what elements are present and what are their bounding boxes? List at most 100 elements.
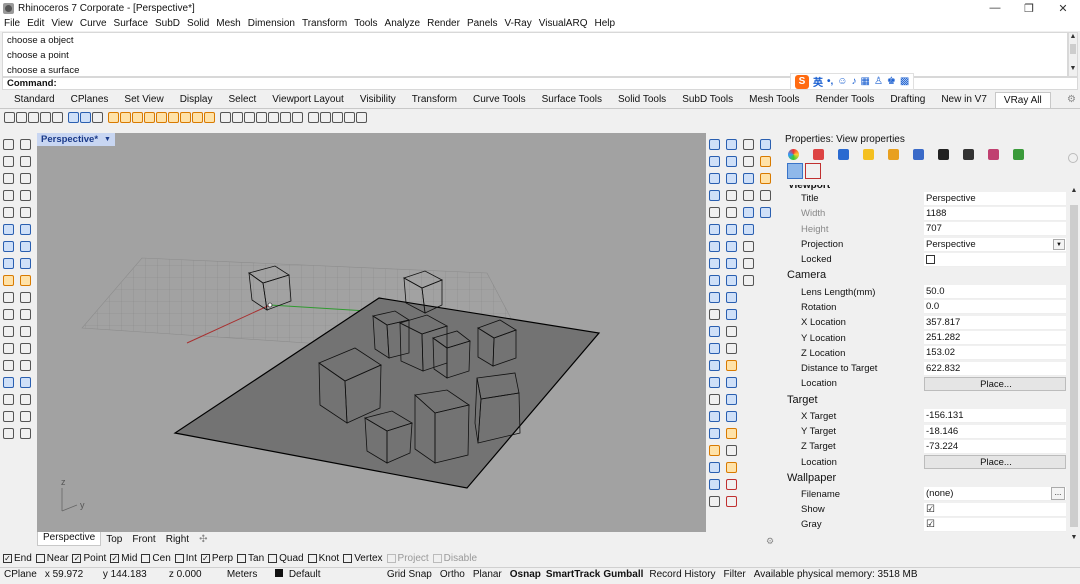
- circle-icon[interactable]: [3, 173, 14, 184]
- decal-prop-icon[interactable]: [988, 149, 999, 160]
- ime-user-icon[interactable]: ♙: [874, 76, 883, 87]
- vray-sun-icon[interactable]: [180, 112, 191, 123]
- osnap-int[interactable]: Int: [174, 553, 197, 564]
- status-smarttrack[interactable]: SmartTrack: [545, 569, 601, 580]
- status-gumball[interactable]: Gumball: [601, 569, 645, 580]
- tab-visibility[interactable]: Visibility: [352, 92, 404, 108]
- tab-set-view[interactable]: Set View: [116, 92, 171, 108]
- tab-cplanes[interactable]: CPlanes: [63, 92, 117, 108]
- status-record-history[interactable]: Record History: [645, 569, 719, 580]
- cursor-icon[interactable]: [743, 139, 754, 150]
- fillet-icon[interactable]: [20, 207, 31, 218]
- vray-plane-icon[interactable]: [244, 112, 255, 123]
- arrow-icon[interactable]: [743, 190, 754, 201]
- status-layer[interactable]: Default: [271, 569, 383, 580]
- grid-tool-icon[interactable]: [726, 258, 737, 269]
- plant-icon[interactable]: [726, 326, 737, 337]
- menu-vray[interactable]: V-Ray: [505, 18, 532, 29]
- ime-grid-icon[interactable]: ▩: [900, 76, 909, 87]
- gear-tool-icon[interactable]: [726, 224, 737, 235]
- camera-prop-icon[interactable]: [938, 149, 949, 160]
- proxy-icon[interactable]: [726, 139, 737, 150]
- scroll-down-icon[interactable]: ▼: [1068, 534, 1080, 541]
- vray-rect-light-icon[interactable]: [108, 112, 119, 123]
- vray-fur-icon[interactable]: [220, 112, 231, 123]
- osnap-disable[interactable]: Disable: [432, 553, 477, 564]
- logo-icon[interactable]: [709, 496, 720, 507]
- vray-light-gen-icon[interactable]: [204, 112, 215, 123]
- vray-enmesh-icon[interactable]: [308, 112, 319, 123]
- tab-render-tools[interactable]: Render Tools: [808, 92, 883, 108]
- menu-curve[interactable]: Curve: [80, 18, 107, 29]
- menu-render[interactable]: Render: [427, 18, 460, 29]
- sun-prop-icon[interactable]: [1013, 149, 1024, 160]
- hook-icon[interactable]: [709, 258, 720, 269]
- sphere-tool-icon[interactable]: [709, 190, 720, 201]
- x-location-field[interactable]: 357.817: [924, 315, 1066, 330]
- vray-batch-icon[interactable]: [92, 112, 103, 123]
- fur-icon[interactable]: [709, 139, 720, 150]
- copy-icon[interactable]: [20, 360, 31, 371]
- tab-front[interactable]: Front: [127, 534, 160, 545]
- status-grid-snap[interactable]: Grid Snap: [383, 569, 436, 580]
- browse-button[interactable]: ...: [1051, 487, 1065, 501]
- tab-viewport-layout[interactable]: Viewport Layout: [264, 92, 352, 108]
- osnap-perp[interactable]: ✓ Perp: [200, 553, 233, 564]
- minimize-button[interactable]: —: [978, 2, 1012, 15]
- move-icon[interactable]: [3, 360, 14, 371]
- properties-scroll-thumb[interactable]: [1070, 205, 1078, 527]
- group-icon[interactable]: [3, 309, 14, 320]
- vray-import-icon[interactable]: [332, 112, 343, 123]
- ring-icon[interactable]: [709, 428, 720, 439]
- table2-icon[interactable]: [726, 377, 737, 388]
- dot-icon[interactable]: [709, 377, 720, 388]
- slash-icon[interactable]: [726, 207, 737, 218]
- osnap-near-checkbox[interactable]: [35, 554, 45, 563]
- osnap-int-checkbox[interactable]: [174, 554, 184, 563]
- menu-dimension[interactable]: Dimension: [248, 18, 295, 29]
- rings-icon[interactable]: [709, 462, 720, 473]
- menu-panels[interactable]: Panels: [467, 18, 498, 29]
- drop-icon[interactable]: [709, 156, 720, 167]
- folder-icon[interactable]: [760, 173, 771, 184]
- vray-omni-light-icon[interactable]: [156, 112, 167, 123]
- osnap-tan[interactable]: Tan: [237, 553, 264, 564]
- camera-place-button[interactable]: Place...: [924, 376, 1066, 391]
- tab-top[interactable]: Top: [101, 534, 127, 545]
- status-units[interactable]: Meters: [223, 569, 271, 580]
- x-target-field[interactable]: -156.131: [924, 409, 1066, 424]
- vray-lister-icon[interactable]: [80, 112, 91, 123]
- tab-subd-tools[interactable]: SubD Tools: [674, 92, 741, 108]
- tablet-icon[interactable]: [709, 326, 720, 337]
- locked-checkbox[interactable]: [926, 254, 935, 264]
- box-icon[interactable]: [3, 241, 14, 252]
- tab-solid-tools[interactable]: Solid Tools: [610, 92, 674, 108]
- osnap-quad[interactable]: Quad: [268, 553, 304, 564]
- osnap-end-checkbox[interactable]: ✓: [3, 554, 12, 563]
- house-icon[interactable]: [743, 241, 754, 252]
- vray-clipper-icon[interactable]: [256, 112, 267, 123]
- viewport-menu-arrow-icon[interactable]: ▼: [104, 136, 111, 143]
- moon-icon[interactable]: [726, 462, 737, 473]
- array-icon[interactable]: [3, 394, 14, 405]
- vray-mesh-light-icon[interactable]: [192, 112, 203, 123]
- menu-help[interactable]: Help: [594, 18, 615, 29]
- render-icon[interactable]: [3, 428, 14, 439]
- scroll-down-icon[interactable]: ▼: [1069, 65, 1077, 76]
- properties-scrollbar[interactable]: ▲ ▼: [1068, 185, 1080, 543]
- bottle-icon[interactable]: [709, 275, 720, 286]
- vray-ies-light-icon[interactable]: [144, 112, 155, 123]
- stack-icon[interactable]: [743, 258, 754, 269]
- osnap-knot[interactable]: Knot: [307, 553, 339, 564]
- ime-skin-icon[interactable]: ♚: [887, 76, 896, 87]
- list-icon[interactable]: [726, 445, 737, 456]
- vray-dome-light-icon[interactable]: [168, 112, 179, 123]
- no-icon[interactable]: [726, 479, 737, 490]
- title-field[interactable]: Perspective: [924, 191, 1066, 206]
- vray-asset-editor-icon[interactable]: [16, 112, 27, 123]
- offset-icon[interactable]: [3, 326, 14, 337]
- vray-settings-icon[interactable]: [4, 112, 15, 123]
- osnap-disable-checkbox[interactable]: [432, 554, 442, 563]
- osnap-point[interactable]: ✓ Point: [72, 553, 106, 564]
- polyline-icon[interactable]: [3, 156, 14, 167]
